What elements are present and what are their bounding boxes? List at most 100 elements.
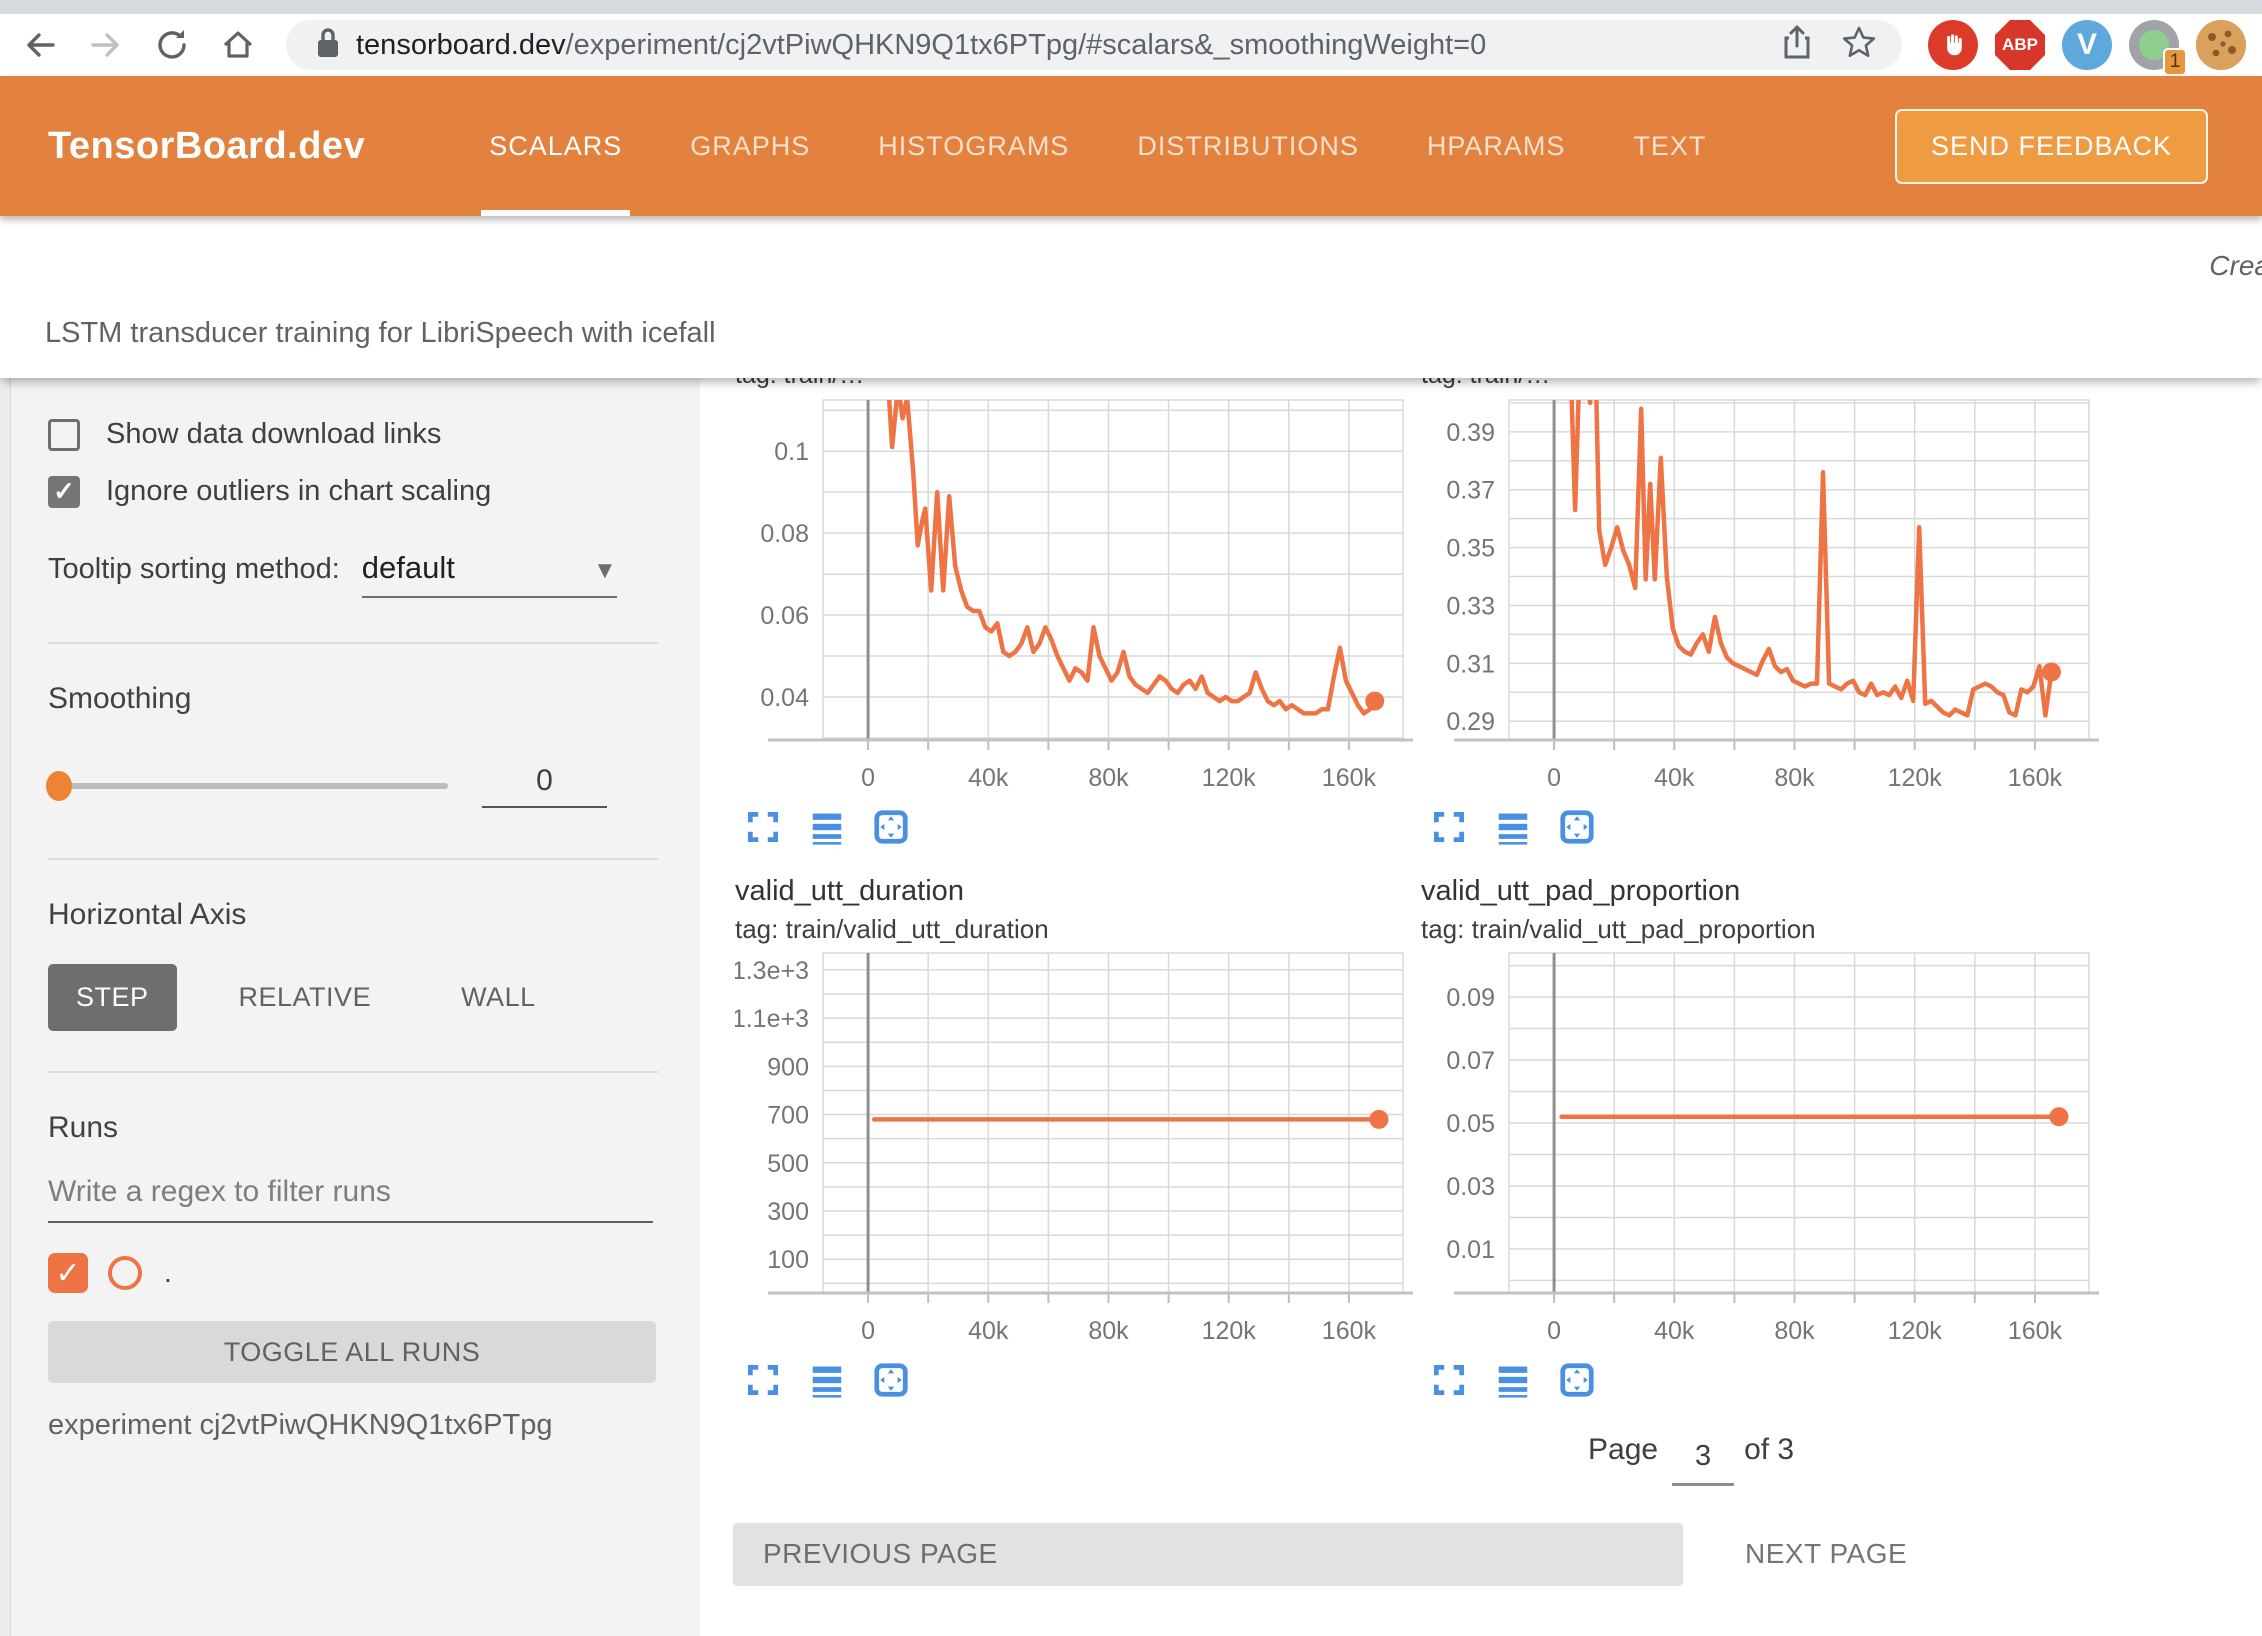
fullscreen-icon[interactable]: [743, 807, 783, 847]
svg-text:160k: 160k: [2008, 1317, 2063, 1345]
svg-text:80k: 80k: [1774, 1317, 1815, 1345]
profile-extension-icon[interactable]: 1: [2129, 20, 2179, 70]
svg-text:80k: 80k: [1774, 764, 1815, 792]
run-list-item[interactable]: ✓ .: [48, 1253, 658, 1293]
svg-text:0.33: 0.33: [1446, 592, 1495, 620]
page-number-input[interactable]: [1672, 1434, 1734, 1486]
smoothing-heading: Smoothing: [48, 682, 658, 716]
axis-relative-button[interactable]: RELATIVE: [211, 964, 400, 1031]
bookmark-star-icon[interactable]: [1840, 24, 1878, 67]
svg-text:1.1e+3: 1.1e+3: [735, 1005, 809, 1033]
svg-text:0: 0: [1547, 1317, 1561, 1345]
svg-text:40k: 40k: [968, 764, 1009, 792]
notification-badge: 1: [2163, 48, 2187, 76]
pan-zoom-icon[interactable]: [1557, 1360, 1597, 1400]
url-host: tensorboard.dev: [356, 29, 566, 61]
fullscreen-icon[interactable]: [743, 1360, 783, 1400]
chart-title: valid_utt_duration: [735, 875, 1415, 908]
chevron-down-icon: ▼: [593, 557, 617, 585]
lock-icon: [314, 26, 342, 65]
tab-text[interactable]: TEXT: [1599, 76, 1740, 216]
share-icon[interactable]: [1780, 24, 1814, 67]
scalar-chart-plot[interactable]: 0.010.030.050.070.09040k80k120k160k: [1421, 947, 2101, 1352]
chart-title: valid_utt_pad_proportion: [1421, 875, 2101, 908]
main-tabs: SCALARS GRAPHS HISTOGRAMS DISTRIBUTIONS …: [455, 76, 1740, 216]
tab-graphs[interactable]: GRAPHS: [656, 76, 844, 216]
pan-zoom-icon[interactable]: [871, 1360, 911, 1400]
svg-text:0: 0: [1547, 764, 1561, 792]
chart-tag-clipped: tag: train/…: [1421, 378, 2101, 392]
back-icon[interactable]: [14, 19, 66, 71]
next-page-button[interactable]: NEXT PAGE: [1715, 1520, 1937, 1588]
checkbox-checked-icon[interactable]: ✓: [48, 476, 80, 508]
show-download-links-checkbox-row[interactable]: Show data download links: [48, 418, 658, 451]
svg-text:0.08: 0.08: [760, 520, 809, 548]
svg-text:0.09: 0.09: [1446, 984, 1495, 1012]
tab-distributions[interactable]: DISTRIBUTIONS: [1103, 76, 1393, 216]
runs-heading: Runs: [48, 1111, 658, 1145]
scalar-chart-plot[interactable]: 0.040.060.080.1040k80k120k160k: [735, 394, 1415, 799]
svg-text:80k: 80k: [1088, 764, 1129, 792]
tooltip-sort-label: Tooltip sorting method:: [48, 553, 340, 586]
reload-icon[interactable]: [146, 19, 198, 71]
tab-histograms[interactable]: HISTOGRAMS: [844, 76, 1103, 216]
extensions-area: ABP V 1: [1928, 20, 2246, 70]
smoothing-value-input[interactable]: [482, 764, 607, 808]
run-checkbox-checked-icon[interactable]: ✓: [48, 1253, 88, 1293]
svg-text:0.37: 0.37: [1446, 477, 1495, 505]
svg-text:0.01: 0.01: [1446, 1236, 1495, 1264]
scalar-chart-plot[interactable]: 1003005007009001.1e+31.3e+3040k80k120k16…: [735, 947, 1415, 1352]
chart-actions: [743, 805, 1415, 849]
pan-zoom-icon[interactable]: [1557, 807, 1597, 847]
ignore-outliers-checkbox-row[interactable]: ✓ Ignore outliers in chart scaling: [48, 475, 658, 508]
svg-text:40k: 40k: [1654, 764, 1695, 792]
svg-text:100: 100: [767, 1246, 809, 1274]
pan-zoom-icon[interactable]: [871, 807, 911, 847]
svg-text:0.04: 0.04: [760, 684, 809, 712]
home-icon[interactable]: [212, 19, 264, 71]
forward-icon[interactable]: [80, 19, 132, 71]
blocker-hand-extension-icon[interactable]: [1928, 20, 1978, 70]
smoothing-slider[interactable]: [48, 783, 448, 789]
fullscreen-icon[interactable]: [1429, 1360, 1469, 1400]
svg-text:160k: 160k: [2008, 764, 2063, 792]
previous-page-button[interactable]: PREVIOUS PAGE: [733, 1523, 1683, 1586]
cookie-extension-icon[interactable]: [2196, 20, 2246, 70]
v-extension-icon[interactable]: V: [2062, 20, 2112, 70]
tab-hparams[interactable]: HPARAMS: [1393, 76, 1600, 216]
chart-tag: tag: train/valid_utt_duration: [735, 914, 1415, 945]
axis-step-button[interactable]: STEP: [48, 964, 177, 1031]
send-feedback-button[interactable]: SEND FEEDBACK: [1895, 109, 2208, 184]
horizontal-bars-icon[interactable]: [807, 807, 847, 847]
svg-text:0.1: 0.1: [774, 438, 809, 466]
browser-toolbar: tensorboard.dev/experiment/cj2vtPiwQHKN9…: [0, 14, 2262, 76]
chart-tag-clipped: tag: train/…: [735, 378, 1415, 392]
tab-scalars[interactable]: SCALARS: [455, 76, 656, 216]
runs-filter-input[interactable]: [48, 1165, 653, 1223]
slider-thumb[interactable]: [46, 771, 72, 801]
svg-text:40k: 40k: [968, 1317, 1009, 1345]
charts-main-panel: tag: train/…0.040.060.080.1040k80k120k16…: [700, 378, 2262, 1636]
axis-wall-button[interactable]: WALL: [433, 964, 564, 1031]
scalar-chart-plot[interactable]: 0.290.310.330.350.370.39040k80k120k160k: [1421, 394, 2101, 799]
horizontal-bars-icon[interactable]: [807, 1360, 847, 1400]
abp-extension-icon[interactable]: ABP: [1995, 20, 2045, 70]
address-bar[interactable]: tensorboard.dev/experiment/cj2vtPiwQHKN9…: [286, 20, 1902, 70]
chart-card: valid_utt_duration tag: train/valid_utt_d…: [735, 849, 1415, 1402]
url-path: /experiment/cj2vtPiwQHKN9Q1tx6PTpg/#scal…: [566, 29, 1487, 61]
chart-actions: [1429, 1358, 2101, 1402]
toggle-all-runs-button[interactable]: TOGGLE ALL RUNS: [48, 1321, 656, 1383]
svg-text:0.03: 0.03: [1446, 1173, 1495, 1201]
svg-text:160k: 160k: [1322, 1317, 1377, 1345]
tooltip-sort-dropdown[interactable]: default ▼: [362, 550, 617, 598]
page-of-label: of 3: [1744, 1433, 1794, 1467]
checkbox-unchecked-icon[interactable]: [48, 419, 80, 451]
horizontal-bars-icon[interactable]: [1493, 1360, 1533, 1400]
svg-text:120k: 120k: [1202, 1317, 1257, 1345]
fullscreen-icon[interactable]: [1429, 807, 1469, 847]
charts-grid: tag: train/…0.040.060.080.1040k80k120k16…: [700, 378, 2262, 1402]
svg-text:120k: 120k: [1888, 764, 1943, 792]
experiment-title: LSTM transducer training for LibriSpeech…: [45, 317, 716, 350]
horizontal-bars-icon[interactable]: [1493, 807, 1533, 847]
svg-text:120k: 120k: [1202, 764, 1257, 792]
